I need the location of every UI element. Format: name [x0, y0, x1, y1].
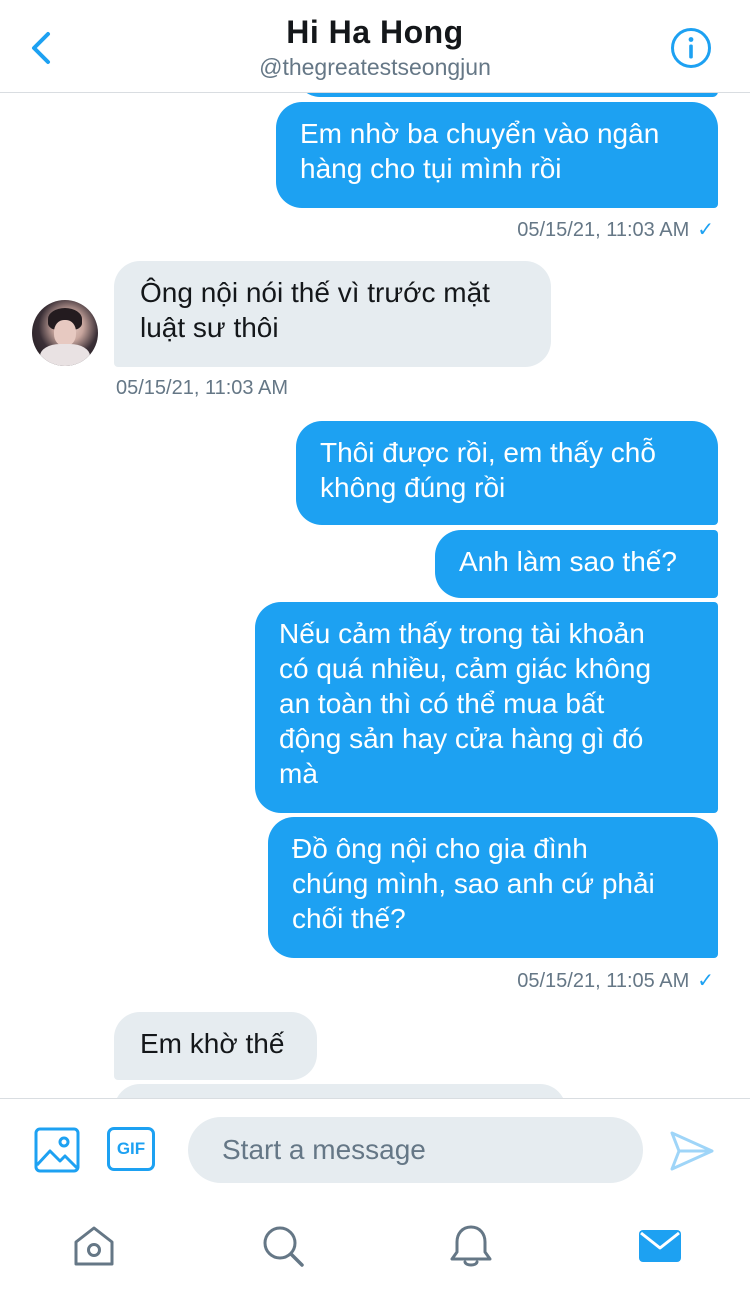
send-icon[interactable] [668, 1127, 716, 1175]
image-icon[interactable] [34, 1127, 80, 1173]
timestamp-text: 05/15/21, 11:03 AM [517, 219, 690, 241]
message-bubble-outgoing[interactable]: Anh làm sao thế? [435, 530, 718, 598]
read-check-icon: ✓ [697, 219, 714, 241]
message-bubble-outgoing[interactable]: Nếu cảm thấy trong tài khoản có quá nhiề… [255, 602, 718, 813]
home-icon[interactable] [70, 1222, 118, 1270]
conversation-header: Hi Ha Hong @thegreatestseongjun [0, 0, 750, 93]
conversation-handle: @thegreatestseongjun [259, 54, 491, 80]
info-icon[interactable] [670, 27, 712, 69]
avatar[interactable] [32, 300, 98, 366]
message-list: Em nhờ ba chuyển vào ngân hàng cho tụi m… [0, 93, 750, 1098]
notifications-icon[interactable] [447, 1222, 495, 1270]
message-timestamp: 05/15/21, 11:05 AM ✓ [517, 968, 714, 993]
message-composer: GIF [0, 1098, 750, 1203]
message-bubble-outgoing[interactable]: Em nhờ ba chuyển vào ngân hàng cho tụi m… [276, 102, 718, 208]
message-input[interactable] [188, 1117, 643, 1183]
dm-screen: Hi Ha Hong @thegreatestseongjun Em nhờ b… [0, 0, 750, 1297]
gif-button[interactable]: GIF [107, 1127, 155, 1171]
message-bubble-partial[interactable] [296, 93, 718, 97]
message-bubble-incoming[interactable]: Em khờ thế [114, 1012, 317, 1080]
message-timestamp: 05/15/21, 11:03 AM [116, 377, 288, 399]
avatar-shirt [40, 344, 90, 366]
message-bubble-partial[interactable] [114, 1084, 566, 1098]
conversation-title[interactable]: Hi Ha Hong [0, 14, 750, 51]
message-bubble-outgoing[interactable]: Thôi được rồi, em thấy chỗ không đúng rồ… [296, 421, 718, 525]
avatar-face [54, 320, 76, 346]
message-bubble-outgoing[interactable]: Đồ ông nội cho gia đình chúng mình, sao … [268, 817, 718, 958]
search-icon[interactable] [259, 1222, 307, 1270]
timestamp-text: 05/15/21, 11:05 AM [517, 970, 690, 992]
read-check-icon: ✓ [697, 970, 714, 992]
message-bubble-incoming[interactable]: Ông nội nói thế vì trước mặt luật sư thô… [114, 261, 551, 367]
messages-icon[interactable] [636, 1222, 684, 1270]
tab-bar [0, 1202, 750, 1297]
message-timestamp: 05/15/21, 11:03 AM ✓ [517, 217, 714, 242]
